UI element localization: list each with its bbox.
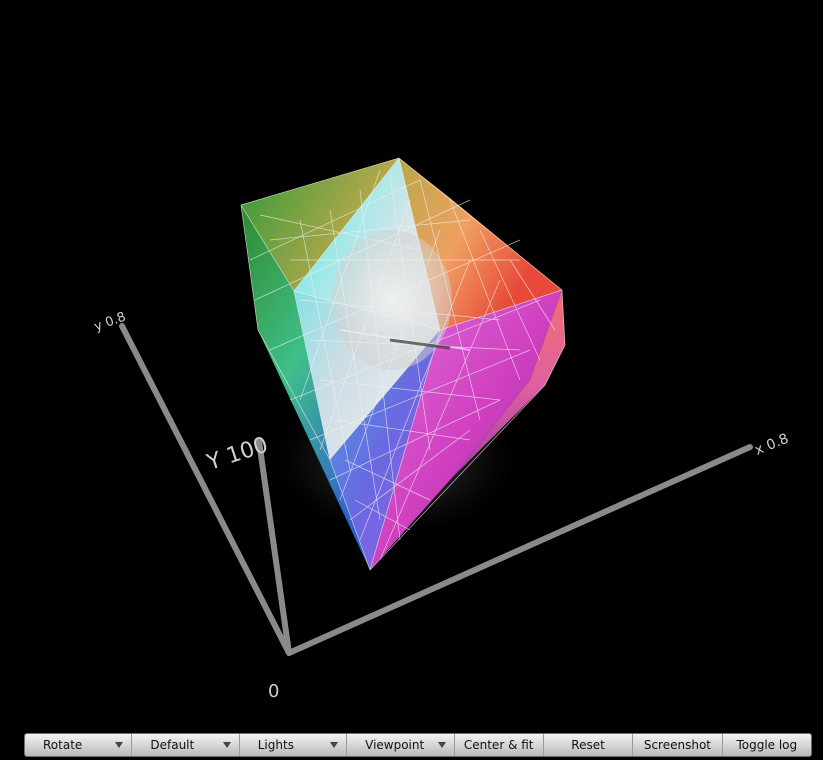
toggle-log-button[interactable]: Toggle log — [723, 734, 811, 756]
chevron-down-icon — [330, 742, 339, 748]
reset-button[interactable]: Reset — [544, 734, 634, 756]
origin-label: 0 — [268, 681, 279, 702]
default-button-label: Default — [150, 738, 195, 752]
viewpoint-button-label: Viewpoint — [365, 738, 425, 752]
rotate-button[interactable]: Rotate — [25, 734, 133, 756]
gamut-scene: y 0.8 x 0.8 Y 100 0 — [92, 157, 791, 702]
viewer-toolbar: Rotate Default Lights Viewpoint Center &… — [24, 733, 812, 757]
screenshot-button-label: Screenshot — [643, 738, 712, 752]
default-button[interactable]: Default — [132, 734, 240, 756]
x-axis-label: x 0.8 — [753, 431, 791, 459]
screenshot-button[interactable]: Screenshot — [633, 734, 723, 756]
reset-button-label: Reset — [571, 738, 605, 752]
chevron-down-icon — [222, 742, 231, 748]
center-fit-button[interactable]: Center & fit — [455, 734, 544, 756]
lights-button-label: Lights — [257, 738, 294, 752]
center-fit-button-label: Center & fit — [463, 738, 534, 752]
chevron-down-icon — [437, 742, 446, 748]
viewpoint-button[interactable]: Viewpoint — [347, 734, 455, 756]
chevron-down-icon — [115, 742, 124, 748]
toggle-log-button-label: Toggle log — [736, 738, 798, 752]
lights-button[interactable]: Lights — [240, 734, 348, 756]
rotate-button-label: Rotate — [43, 738, 83, 752]
3d-gamut-viewport[interactable]: y 0.8 x 0.8 Y 100 0 — [0, 0, 823, 728]
